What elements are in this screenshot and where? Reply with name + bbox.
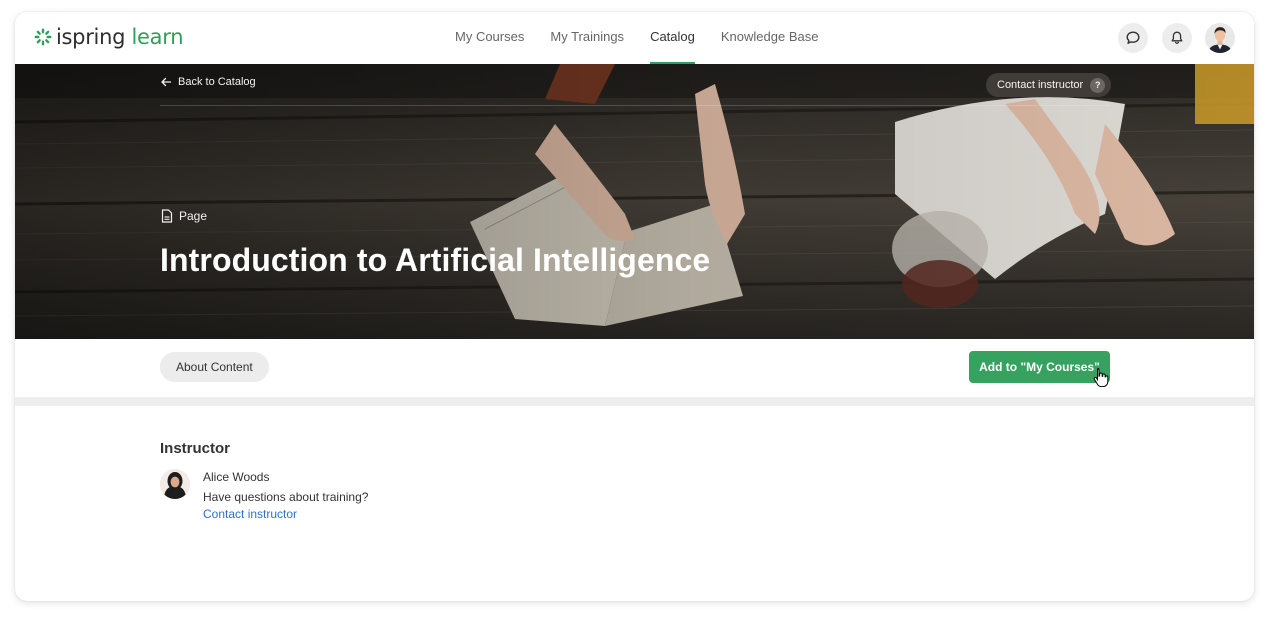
bell-icon	[1171, 31, 1183, 45]
course-title: Introduction to Artificial Intelligence	[160, 242, 711, 278]
back-to-catalog-link[interactable]: Back to Catalog	[160, 76, 256, 88]
help-icon: ?	[1090, 77, 1106, 93]
hero-divider	[160, 105, 1110, 106]
content-type: Page	[161, 209, 207, 223]
nav-knowledge-base[interactable]: Knowledge Base	[721, 12, 819, 64]
main-nav: My Courses My Trainings Catalog Knowledg…	[455, 12, 818, 64]
top-navigation: ispring learn My Courses My Trainings Ca…	[15, 12, 1254, 64]
user-photo	[1205, 23, 1235, 53]
logo-flower-icon	[34, 28, 52, 46]
contact-instructor-link[interactable]: Contact instructor	[203, 507, 297, 521]
instructor-heading: Instructor	[160, 440, 231, 457]
instructor-avatar	[160, 469, 190, 499]
action-bar: About Content Add to "My Courses"	[15, 339, 1254, 397]
app-window: ispring learn My Courses My Trainings Ca…	[15, 12, 1254, 601]
logo-text: ispring learn	[56, 25, 184, 49]
instructor-photo	[160, 469, 190, 499]
course-hero-banner: Back to Catalog Contact instructor ? Pag…	[15, 64, 1254, 339]
ispring-learn-logo[interactable]: ispring learn	[34, 25, 184, 49]
nav-my-courses[interactable]: My Courses	[455, 12, 524, 64]
contact-instructor-button[interactable]: Contact instructor ?	[986, 73, 1112, 97]
arrow-left-icon	[161, 77, 172, 87]
about-content-button[interactable]: About Content	[160, 352, 269, 382]
chat-button[interactable]	[1118, 23, 1148, 53]
content-type-label: Page	[179, 209, 208, 223]
user-avatar[interactable]	[1205, 23, 1235, 53]
back-to-catalog-label: Back to Catalog	[178, 76, 256, 88]
add-to-my-courses-button[interactable]: Add to "My Courses"	[969, 351, 1110, 383]
pointer-cursor-icon	[1093, 368, 1109, 387]
chat-icon	[1126, 31, 1140, 44]
nav-catalog[interactable]: Catalog	[650, 12, 695, 64]
section-separator	[15, 397, 1254, 406]
page-icon	[161, 209, 173, 223]
notifications-button[interactable]	[1162, 23, 1192, 53]
contact-instructor-label: Contact instructor	[997, 79, 1084, 91]
instructor-name: Alice Woods	[203, 470, 270, 484]
nav-my-trainings[interactable]: My Trainings	[550, 12, 624, 64]
instructor-question-text: Have questions about training?	[203, 490, 369, 504]
